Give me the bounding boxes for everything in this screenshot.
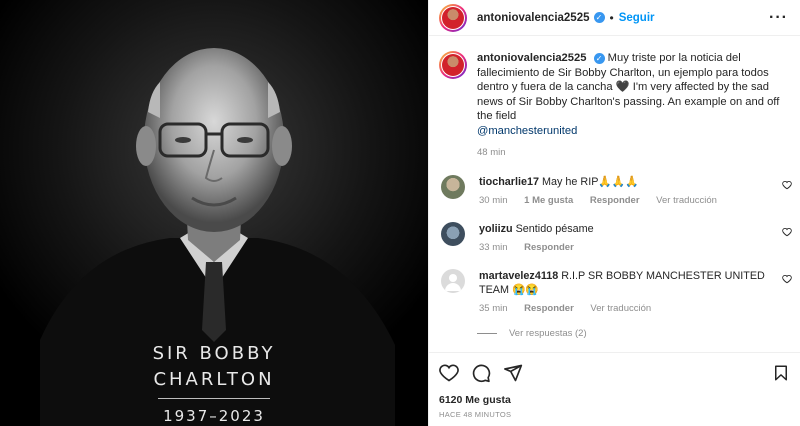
likes-count[interactable]: 6120 Me gusta (429, 394, 800, 406)
like-comment-icon[interactable] (782, 180, 792, 190)
caption-username[interactable]: antoniovalencia2525 (477, 52, 586, 64)
tribute-name-line1: SIR BOBBY (152, 343, 276, 364)
view-replies-label: Ver respuestas (2) (509, 327, 587, 339)
caption-body: antoniovalencia2525 ✓ Muy triste por la … (477, 51, 788, 161)
reply-button[interactable]: Responder (524, 242, 574, 253)
comment-body: yoliizu Sentido pésame 33 min Responder (479, 222, 779, 255)
post-image[interactable]: SIR BOBBY CHARLTON 1937–2023 (0, 0, 428, 426)
like-comment-icon[interactable] (782, 227, 792, 237)
commenter-avatar[interactable] (441, 221, 465, 246)
separator-dot: • (609, 10, 614, 25)
tribute-years: 1937–2023 (163, 407, 265, 425)
view-replies-button[interactable]: Ver respuestas (2) (429, 328, 800, 339)
caption-avatar[interactable] (439, 51, 467, 79)
comment-item: martavelez4118 R.I.P SR BOBBY MANCHESTER… (429, 268, 800, 316)
header-username[interactable]: antoniovalencia2525 (477, 12, 590, 24)
comment-body: martavelez4118 R.I.P SR BOBBY MANCHESTER… (479, 269, 779, 316)
comments-scroll-area[interactable]: antoniovalencia2525 ✓ Muy triste por la … (429, 37, 800, 351)
avatar[interactable] (439, 3, 467, 32)
translate-button[interactable]: Ver traducción (656, 195, 717, 206)
translate-button[interactable]: Ver traducción (590, 303, 651, 314)
post-actions-area: 6120 Me gusta HACE 48 MINUTOS (429, 352, 800, 419)
comment-meta: 30 min 1 Me gusta Responder Ver traducci… (479, 194, 779, 208)
save-bookmark-icon[interactable] (772, 363, 790, 383)
post-header: antoniovalencia2525 ✓ • Seguir ··· (429, 0, 800, 36)
comment-username[interactable]: yoliizu (479, 223, 513, 235)
comment-time: 35 min (479, 302, 508, 314)
comment-text: May he RIP🙏🙏🙏 (542, 175, 639, 188)
follow-button[interactable]: Seguir (619, 12, 655, 24)
caption-meta: 48 min (477, 146, 788, 161)
reply-button[interactable]: Responder (590, 195, 640, 206)
comment-item: tiocharlie17 May he RIP🙏🙏🙏 30 min 1 Me g… (429, 174, 800, 208)
post-caption: antoniovalencia2525 ✓ Muy triste por la … (429, 37, 800, 161)
comment-time: 33 min (479, 241, 508, 253)
comment-likes[interactable]: 1 Me gusta (524, 195, 573, 206)
caption-time: 48 min (477, 147, 506, 158)
comment-meta: 35 min Responder Ver traducción (479, 302, 779, 316)
instagram-post: SIR BOBBY CHARLTON 1937–2023 antoniovale… (0, 0, 800, 426)
comment-text: Sentido pésame (515, 222, 594, 235)
tribute-divider (158, 398, 270, 399)
default-user-icon (445, 273, 461, 291)
verified-icon: ✓ (593, 12, 605, 23)
comment-bubble-icon[interactable] (471, 363, 491, 383)
like-heart-icon[interactable] (439, 363, 459, 383)
comment-username[interactable]: tiocharlie17 (479, 176, 539, 188)
post-timestamp: HACE 48 MINUTOS (439, 410, 512, 419)
comment-meta: 33 min Responder (479, 241, 779, 255)
commenter-avatar[interactable] (441, 268, 465, 293)
share-send-icon[interactable] (503, 363, 523, 383)
post-sidebar: antoniovalencia2525 ✓ • Seguir ··· anton… (428, 0, 800, 426)
reply-button[interactable]: Responder (524, 303, 574, 314)
commenter-avatar[interactable] (441, 174, 465, 199)
like-comment-icon[interactable] (782, 274, 792, 284)
verified-icon: ✓ (593, 53, 605, 64)
comment-time: 30 min (479, 194, 508, 206)
action-bar (429, 353, 800, 393)
tribute-name-line2: CHARLTON (153, 369, 275, 390)
comment-item: yoliizu Sentido pésame 33 min Responder (429, 221, 800, 255)
comment-body: tiocharlie17 May he RIP🙏🙏🙏 30 min 1 Me g… (479, 175, 779, 208)
more-options-icon[interactable]: ··· (769, 9, 788, 27)
comment-username[interactable]: martavelez4118 (479, 270, 558, 282)
caption-mention-link[interactable]: @manchesterunited (477, 125, 577, 137)
replies-line (477, 332, 497, 334)
